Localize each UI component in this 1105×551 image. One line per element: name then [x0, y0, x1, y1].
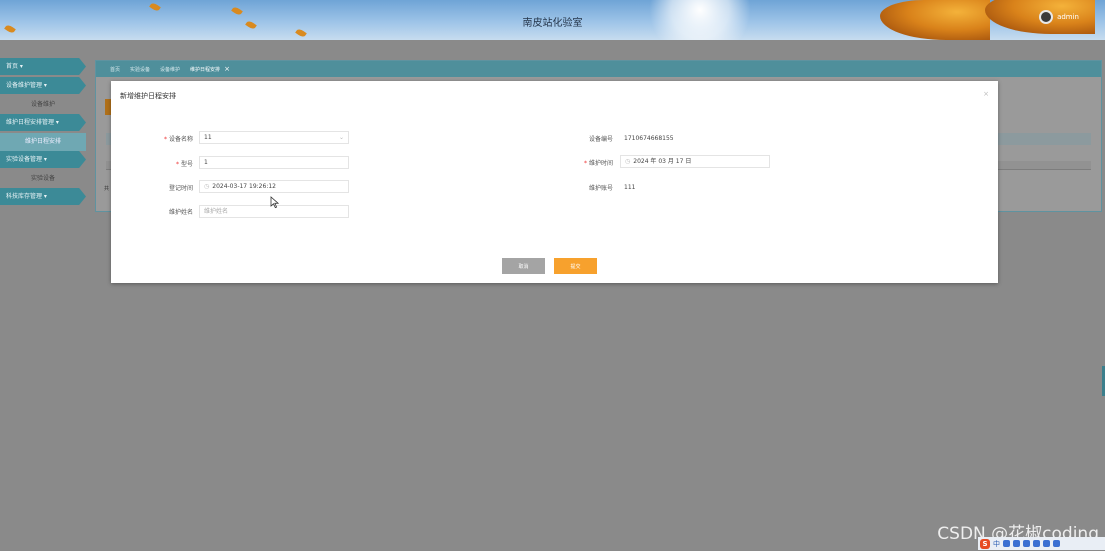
app-header: 南皮站化验室 admin [0, 0, 1105, 40]
ime-tool-icon[interactable] [1033, 540, 1040, 547]
dialog-title: 新增维护日程安排 [120, 92, 176, 100]
user-menu[interactable]: admin [1039, 10, 1079, 24]
add-schedule-dialog: 新增维护日程安排 × * 设备名称 11 ⌄ * 型号 1 登记时间 ◷ 2024-0… [111, 81, 998, 283]
sidebar-item-lab-equipment-mgmt[interactable]: 实验设备管理 ▾ [0, 151, 86, 168]
sogou-ime-icon[interactable]: S [980, 538, 990, 549]
ime-tool-icon[interactable] [1043, 540, 1050, 547]
submit-button[interactable]: 提交 [554, 258, 597, 274]
clock-icon: ◷ [204, 183, 210, 190]
device-name-select[interactable]: 11 ⌄ [199, 131, 349, 144]
maintainer-name-label: 维护姓名 [168, 209, 193, 216]
device-name-label: * 设备名称 [163, 136, 193, 143]
tab-device-maintenance[interactable]: 设备维护 [160, 66, 180, 73]
tabs-bar: 首页 实验设备 设备维护 维护日程安排 × [96, 61, 1101, 77]
cancel-button[interactable]: 取消 [502, 258, 545, 274]
sidebar-sub-device-maintenance[interactable]: 设备维护 [0, 96, 86, 114]
leaf-decoration [149, 1, 161, 13]
ime-tool-icon[interactable] [1023, 540, 1030, 547]
calendar-icon: ◷ [625, 158, 631, 165]
mouse-cursor-icon [270, 196, 279, 209]
user-name[interactable]: admin [1057, 13, 1079, 21]
ime-mode-label[interactable]: 中 [993, 539, 1000, 549]
model-label: * 型号 [175, 161, 193, 168]
ime-toolbar[interactable]: S 中 [978, 537, 1105, 550]
maintain-time-label: * 维护时间 [583, 160, 613, 167]
ime-tool-icon[interactable] [1013, 540, 1020, 547]
ime-tool-icon[interactable] [1053, 540, 1060, 547]
maintainer-account-label: 维护账号 [588, 185, 613, 192]
sidebar-sub-schedule[interactable]: 维护日程安排 [0, 133, 86, 151]
register-time-label: 登记时间 [168, 185, 193, 192]
device-code-value: 1710674668155 [624, 135, 674, 142]
sidebar-item-home[interactable]: 首页 ▾ [0, 58, 86, 75]
register-time-picker[interactable]: ◷ 2024-03-17 19:26:12 [199, 180, 349, 193]
site-title: 南皮站化验室 [522, 18, 583, 29]
sidebar-sub-lab-equipment[interactable]: 实验设备 [0, 170, 86, 188]
ime-tool-icon[interactable] [1003, 540, 1010, 547]
sidebar-item-device-maintenance-mgmt[interactable]: 设备维护管理 ▾ [0, 77, 86, 94]
pagination-total: 共 [104, 186, 110, 192]
sidebar-item-inventory-mgmt[interactable]: 科技库存管理 ▾ [0, 188, 86, 205]
device-code-label: 设备编号 [588, 136, 613, 143]
tab-close-icon[interactable]: × [224, 65, 230, 73]
maintain-time-picker[interactable]: ◷ 2024 年 03 月 17 日 [620, 155, 770, 168]
chevron-down-icon: ⌄ [338, 134, 344, 141]
maintainer-account-value: 111 [624, 184, 636, 191]
sidebar: 首页 ▾ 设备维护管理 ▾ 设备维护 维护日程安排管理 ▾ 维护日程安排 实验设… [0, 58, 90, 207]
model-input[interactable]: 1 [199, 156, 349, 169]
close-icon[interactable]: × [983, 90, 989, 98]
tab-schedule[interactable]: 维护日程安排 [190, 66, 220, 73]
leaf-decoration [295, 27, 307, 39]
avatar[interactable] [1039, 10, 1054, 24]
tab-lab-equipment[interactable]: 实验设备 [130, 66, 150, 73]
tab-home[interactable]: 首页 [110, 66, 120, 73]
sidebar-item-schedule-mgmt[interactable]: 维护日程安排管理 ▾ [0, 114, 86, 131]
